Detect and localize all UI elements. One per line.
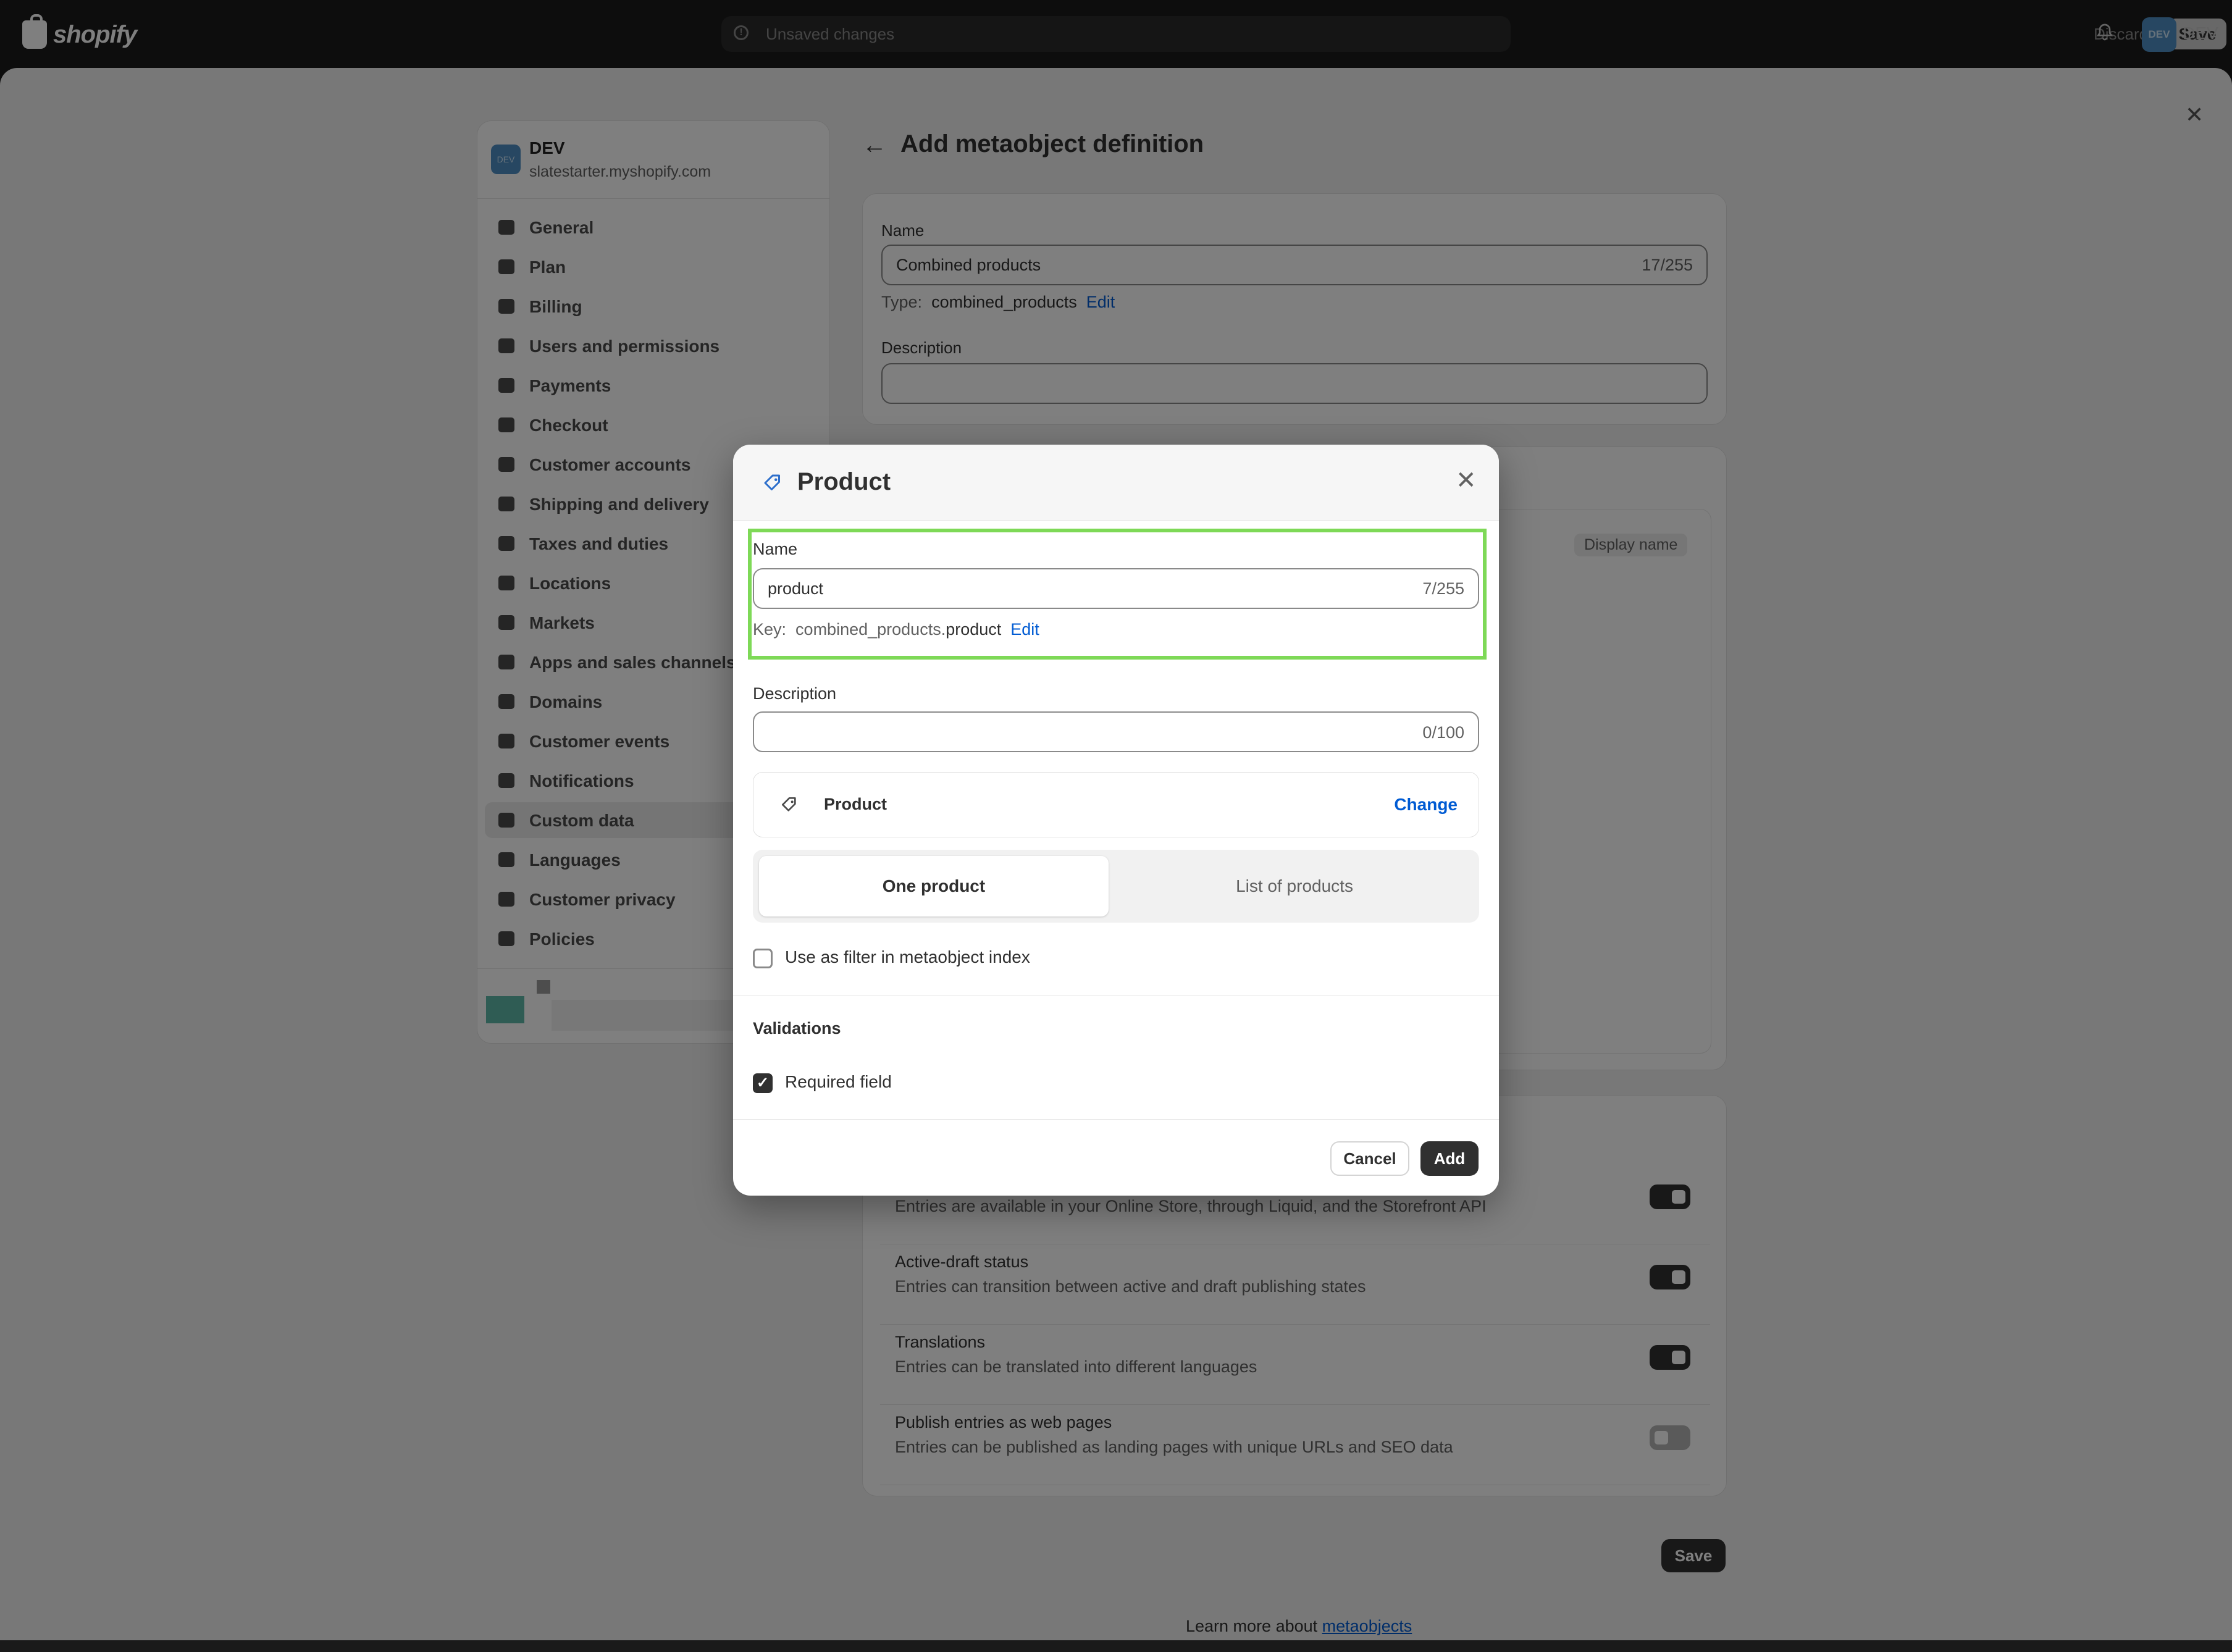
key-edit-link[interactable]: Edit <box>1010 620 1039 639</box>
use-as-filter-checkbox[interactable] <box>753 949 773 968</box>
modal-header: Product ✕ <box>733 445 1499 521</box>
field-name-value: product <box>768 579 824 598</box>
field-name-label: Name <box>753 540 798 558</box>
use-as-filter-label[interactable]: Use as filter in metaobject index <box>785 947 1030 967</box>
validations-title: Validations <box>753 1019 841 1038</box>
key-namespace: combined_products. <box>795 620 946 639</box>
field-key-row: Key: combined_products.product Edit <box>753 620 1039 639</box>
one-product-option[interactable]: One product <box>759 856 1109 916</box>
key-prefix: Key: <box>753 620 787 639</box>
divider <box>733 1119 1499 1120</box>
product-tag-icon <box>782 797 796 811</box>
required-field-checkbox[interactable]: ✓ <box>753 1073 773 1093</box>
required-field-label[interactable]: Required field <box>785 1072 892 1092</box>
change-type-button[interactable]: Change <box>1394 795 1458 815</box>
close-icon[interactable]: ✕ <box>1456 468 1477 493</box>
product-field-modal: Product ✕ Name product 7/255 Key: combin… <box>733 445 1499 1196</box>
cancel-button[interactable]: Cancel <box>1330 1141 1409 1176</box>
field-description-input[interactable]: 0/100 <box>753 711 1479 752</box>
field-type-box: Product Change <box>753 772 1479 837</box>
add-button[interactable]: Add <box>1420 1141 1479 1176</box>
product-tag-icon <box>764 474 780 490</box>
field-type-name: Product <box>824 795 887 813</box>
field-name-input[interactable]: product 7/255 <box>753 568 1479 609</box>
key-field: product <box>946 620 1002 639</box>
field-name-count: 7/255 <box>1422 579 1464 598</box>
list-of-products-option[interactable]: List of products <box>1116 856 1473 916</box>
cardinality-segmented-control: One product List of products <box>753 850 1479 923</box>
modal-title: Product <box>797 468 891 495</box>
field-description-label: Description <box>753 684 837 703</box>
field-description-count: 0/100 <box>1422 723 1464 742</box>
